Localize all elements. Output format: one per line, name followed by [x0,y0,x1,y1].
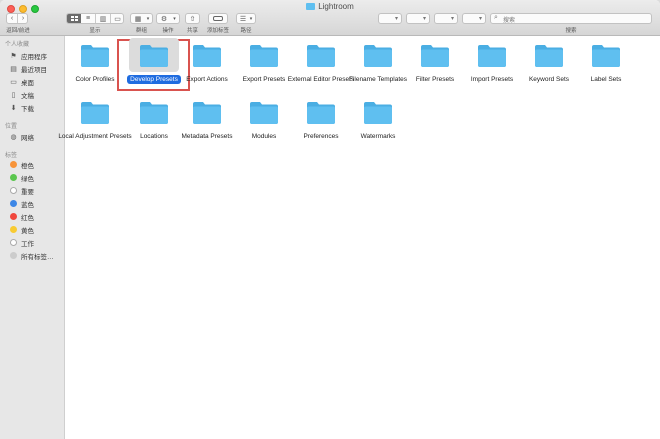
folder-icon [306,3,316,10]
chevron-down-icon: ▾ [394,16,398,22]
icon-view-button[interactable] [67,14,81,23]
folder-icon [307,102,335,124]
dropdown-4[interactable]: ▾ [462,13,486,24]
folder-item[interactable]: Watermarks [341,100,415,160]
list-view-button[interactable]: ≡ [81,14,95,23]
folder-icon [81,45,109,67]
chevron-down-icon: ▾ [422,16,426,22]
folder-icon [421,45,449,67]
back-button[interactable]: ‹ [7,14,17,23]
folder-icon [592,45,620,67]
folder-icon [478,45,506,67]
tag-button[interactable] [208,13,228,24]
folder-icon [81,102,109,124]
action-button[interactable]: ⚙ ▾ [156,13,180,24]
folder-icon [250,102,278,124]
tag-dot-icon [10,200,17,207]
sidebar-tag-red[interactable]: 红色 [9,211,65,222]
search-placeholder: 搜索 [503,18,516,24]
folder-icon [364,102,392,124]
sidebar: 个人收藏 ⚑ 应用程序 ▤ 最近项目 ▭ 桌面 ▯ 文稿 ⬇ 下载 位置 ◍ 网络 标签 橙… [0,36,65,439]
recents-icon: ▤ [10,65,17,73]
icon-view-icon [70,16,78,21]
folder-icon [364,45,392,67]
gear-icon: ⚙ [160,15,168,23]
sidebar-tag-blue[interactable]: 蓝色 [9,198,65,209]
sidebar-tag-work[interactable]: 工作 [9,237,65,248]
back-forward-control: ‹ › [6,13,28,24]
sidebar-item-desktop[interactable]: ▭ 桌面 [9,76,65,87]
tags-header: 标签 [5,153,18,159]
folder-item[interactable]: Label Sets [569,43,643,103]
folder-icon [140,45,168,67]
sidebar-tag-important[interactable]: 重要 [9,185,65,196]
dropdown-1[interactable]: ▾ [378,13,402,24]
folder-grid: Color Profiles Develop Presets Export Acti… [58,37,660,439]
dropdown-2[interactable]: ▾ [406,13,430,24]
view-switcher: ≡ ▥ ▭ [66,13,124,24]
sidebar-tag-yellow[interactable]: 黄色 [9,224,65,235]
tag-dot-icon [10,213,17,220]
sidebar-item-network[interactable]: ◍ 网络 [9,131,65,142]
documents-icon: ▯ [11,91,16,99]
locations-header: 位置 [5,124,18,130]
group-icon: ▦ [134,15,142,23]
path-button[interactable]: ☰ ▾ [236,13,256,24]
folder-icon [535,45,563,67]
tag-dot-icon [10,187,17,194]
search-icon: ⌕ [494,14,498,21]
chevron-down-icon: ▾ [478,16,482,22]
folder-icon [140,102,168,124]
chevron-down-icon: ▾ [173,15,176,22]
downloads-icon: ⬇ [10,104,17,112]
sidebar-item-downloads[interactable]: ⬇ 下载 [9,102,65,113]
chevron-down-icon: ▾ [450,16,454,22]
folder-icon [250,45,278,67]
toolbar: Lightroom ‹ › 返回/前进 ≡ ▥ ▭ 显示 ▦ ▾ 群组 ⚙ ▾ [0,0,660,36]
tag-icon [209,14,227,23]
sidebar-item-recents[interactable]: ▤ 最近项目 [9,63,65,74]
search-field[interactable]: ⌕ 搜索 [490,13,652,24]
sidebar-tag-orange[interactable]: 橙色 [9,159,65,170]
share-icon: ⇧ [189,15,196,23]
sidebar-tag-green[interactable]: 绿色 [9,172,65,183]
folder-icon [193,102,221,124]
folder-label: Watermarks [360,133,396,140]
view-label: 显示 [89,28,101,34]
tag-dot-icon [10,161,17,168]
tag-dot-icon [10,252,17,259]
tag-label: 添加标签 [206,28,229,34]
share-label: 共享 [186,28,198,34]
group-label: 群组 [135,28,147,34]
tag-dot-icon [10,174,17,181]
search-label: 搜索 [565,28,577,34]
folder-icon [193,45,221,67]
column-view-button[interactable]: ▥ [96,14,110,23]
group-button[interactable]: ▦ ▾ [130,13,153,24]
forward-button[interactable]: › [18,14,28,23]
finder-window: Lightroom ‹ › 返回/前进 ≡ ▥ ▭ 显示 ▦ ▾ 群组 ⚙ ▾ [0,0,660,439]
share-button[interactable]: ⇧ [185,13,200,24]
tag-dot-icon [10,226,17,233]
dropdown-3[interactable]: ▾ [434,13,458,24]
nav-label: 返回/前进 [6,28,30,34]
gallery-view-button[interactable]: ▭ [111,14,124,23]
network-icon: ◍ [10,133,17,141]
chevron-down-icon: ▾ [146,15,150,22]
sidebar-item-applications[interactable]: ⚑ 应用程序 [9,50,65,61]
sidebar-item-documents[interactable]: ▯ 文稿 [9,89,65,100]
folder-icon [307,45,335,67]
folder-label: Label Sets [590,76,622,83]
action-label: 操作 [162,28,174,34]
applications-icon: ⚑ [10,52,17,60]
favorites-header: 个人收藏 [5,42,30,48]
path-label: 路径 [240,28,252,34]
sidebar-tag-all[interactable]: 所有标签… [9,250,65,261]
chevron-down-icon: ▾ [249,15,253,22]
tag-dot-icon [10,239,17,246]
desktop-icon: ▭ [10,78,17,86]
window-title: Lightroom [0,2,660,11]
